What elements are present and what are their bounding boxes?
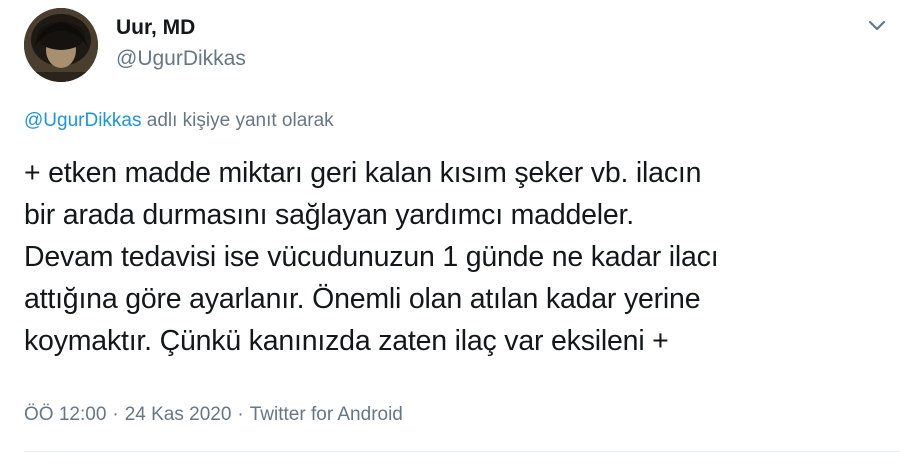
tweet-card: Uur, MD @UgurDikkas @UgurDikkas adlı kiş…	[0, 0, 900, 472]
author-handle[interactable]: @UgurDikkas	[116, 47, 246, 71]
tweet-text-line: Devam tedavisi ise vücudunuzun 1 günde n…	[24, 241, 719, 273]
meta-separator: ·	[237, 404, 244, 425]
author-avatar[interactable]	[24, 8, 98, 82]
tweet-text: + etken madde miktarı geri kalan kısım ş…	[24, 152, 874, 362]
reply-mention-link[interactable]: @UgurDikkas	[24, 110, 141, 131]
tweet-metadata: ÖÖ 12:00 · 24 Kas 2020 · Twitter for Android	[24, 404, 403, 426]
meta-separator: ·	[112, 404, 119, 425]
divider	[24, 451, 900, 452]
chevron-down-icon[interactable]	[866, 18, 888, 34]
tweet-text-line: koymaktır. Çünkü kanınızda zaten ilaç va…	[24, 325, 669, 357]
tweet-text-line: + etken madde miktarı geri kalan kısım ş…	[24, 157, 702, 189]
tweet-text-line: bir arada durmasını sağlayan yardımcı ma…	[24, 199, 634, 231]
tweet-time[interactable]: ÖÖ 12:00	[24, 404, 106, 425]
tweet-source-link[interactable]: Twitter for Android	[250, 404, 403, 425]
tweet-text-line: attığına göre ayarlanır. Önemli olan atı…	[24, 283, 701, 315]
author-name[interactable]: Uur, MD	[116, 16, 195, 40]
avatar-image	[24, 8, 98, 82]
tweet-date[interactable]: 24 Kas 2020	[125, 404, 232, 425]
reply-suffix: adlı kişiye yanıt olarak	[141, 110, 334, 131]
reply-context: @UgurDikkas adlı kişiye yanıt olarak	[24, 110, 334, 132]
